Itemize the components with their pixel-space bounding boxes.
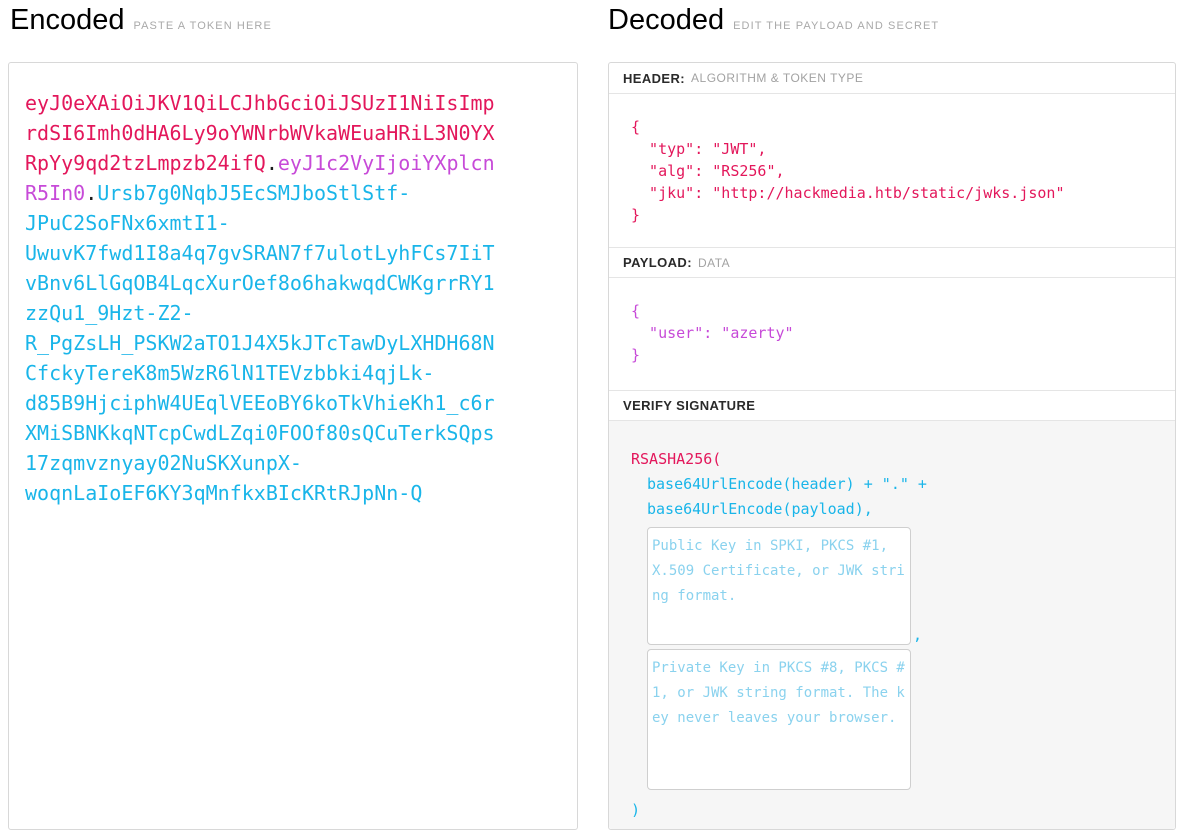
jwt-separator: .	[266, 151, 278, 175]
header-sublabel: ALGORITHM & TOKEN TYPE	[691, 71, 863, 85]
decoded-section-title: Decoded EDIT THE PAYLOAD AND SECRET	[608, 4, 939, 37]
verify-signature-block: RSASHA256( base64UrlEncode(header) + "."…	[609, 421, 1175, 829]
decoded-panel: HEADER: ALGORITHM & TOKEN TYPE { "typ": …	[608, 62, 1176, 830]
header-label: HEADER:	[623, 71, 685, 86]
decoded-header-json[interactable]: { "typ": "JWT", "alg": "RS256", "jku": "…	[609, 94, 1175, 247]
encode-header-line: base64UrlEncode(header) + "." +	[631, 472, 1155, 497]
public-key-input[interactable]	[647, 527, 911, 645]
verify-signature-section-head: VERIFY SIGNATURE	[609, 390, 1175, 421]
payload-section-head: PAYLOAD: DATA	[609, 247, 1175, 278]
jwt-separator: .	[85, 181, 97, 205]
signature-closing-paren: )	[631, 798, 1155, 823]
encoded-title: Encoded	[10, 4, 125, 37]
jwt-token[interactable]: eyJ0eXAiOiJKV1QiLCJhbGciOiJSUzI1NiIsImpr…	[25, 88, 499, 508]
decoded-subtitle: EDIT THE PAYLOAD AND SECRET	[733, 20, 939, 32]
private-key-input[interactable]	[647, 649, 911, 790]
encoded-section-title: Encoded PASTE A TOKEN HERE	[10, 4, 272, 37]
decoded-payload-json[interactable]: { "user": "azerty" }	[609, 278, 1175, 390]
header-section-head: HEADER: ALGORITHM & TOKEN TYPE	[609, 63, 1175, 94]
payload-sublabel: DATA	[698, 256, 730, 270]
signature-algorithm-line: RSASHA256(	[631, 447, 1155, 472]
encoded-subtitle: PASTE A TOKEN HERE	[134, 20, 272, 32]
payload-label: PAYLOAD:	[623, 255, 692, 270]
signature-comma: ,	[913, 625, 922, 645]
encoded-token-input[interactable]: eyJ0eXAiOiJKV1QiLCJhbGciOiJSUzI1NiIsImpr…	[8, 62, 578, 830]
jwt-signature-part[interactable]: Ursb7g0NqbJ5EcSMJboStlStf-JPuC2SoFNx6xmt…	[25, 181, 495, 505]
encode-payload-line: base64UrlEncode(payload),	[631, 497, 1155, 522]
decoded-title: Decoded	[608, 4, 724, 37]
verify-signature-label: VERIFY SIGNATURE	[623, 398, 755, 413]
